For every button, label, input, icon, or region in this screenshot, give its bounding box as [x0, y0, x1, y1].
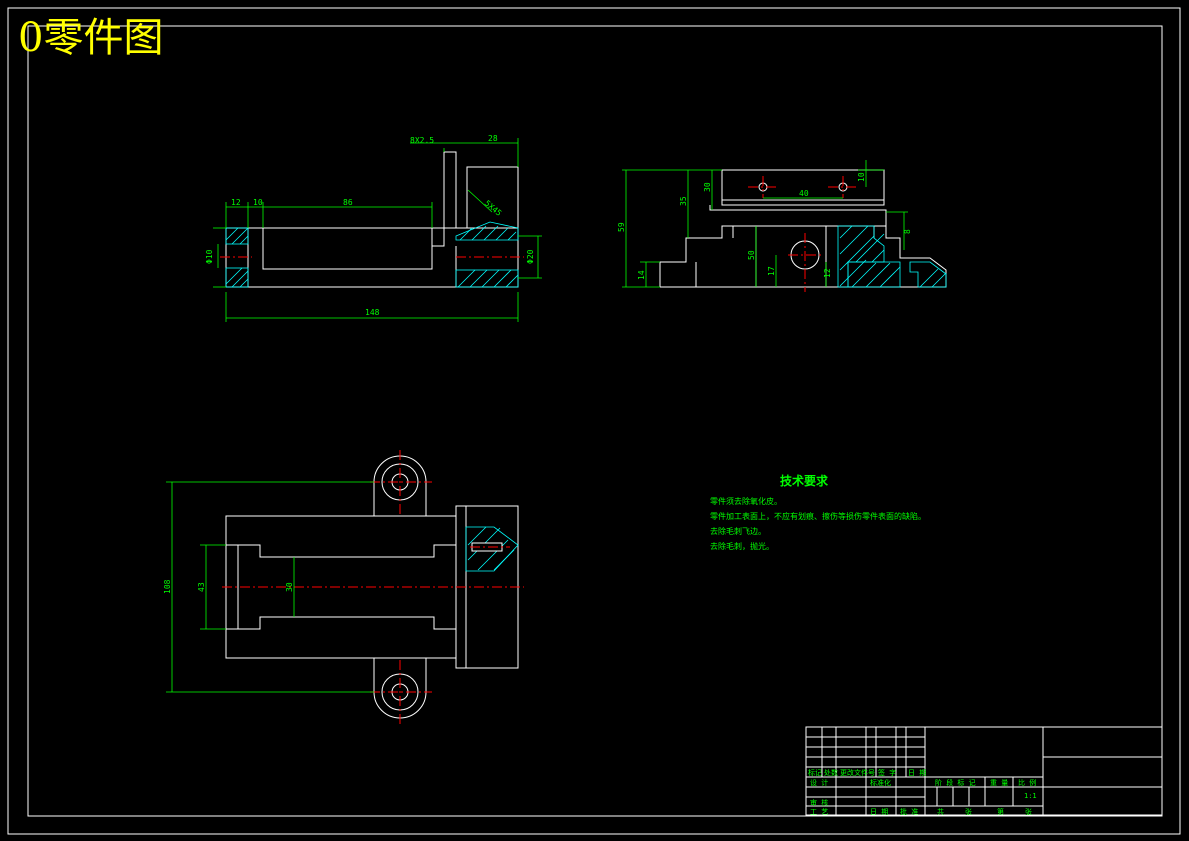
tb-ratio: 比 例: [1018, 778, 1036, 787]
front-tower: [466, 166, 519, 229]
front-slot: [262, 227, 433, 270]
tech-line-2: 零件加工表面上，不应有划痕、擦伤等损伤零件表面的缺陷。: [710, 512, 926, 521]
outer-frame: [7, 7, 1181, 835]
front-hatch-left-bot: [225, 267, 249, 288]
tech-line-3: 去除毛刺飞边。: [710, 527, 766, 536]
side-body: [659, 225, 947, 288]
tb-date: 日 期: [870, 808, 888, 816]
side-8: 8: [903, 229, 912, 234]
title-block-texts: 标记 处数 更改文件号 签 字 日 期 设 计 标准化 审 核 工 艺 日 期 …: [808, 768, 1037, 816]
dimension-texts: 8X2.5 28 12 10 86 Φ10 Φ20 148 5X45 59 35…: [163, 134, 912, 594]
dim-chamfer: 8X2.5: [410, 136, 434, 145]
dim-10: 10: [253, 198, 263, 207]
side-hatch: [837, 225, 947, 288]
top-slot: [226, 544, 456, 558]
tb-label-file: 更改文件号: [840, 768, 875, 777]
tech-line-4: 去除毛刺，抛光。: [710, 542, 774, 551]
tb-label-count: 处数: [824, 768, 838, 777]
top-43: 43: [197, 582, 206, 592]
dim-148: 148: [365, 308, 380, 317]
side-10: 10: [857, 172, 866, 182]
side-17: 17: [767, 266, 776, 276]
tb-process: 工 艺: [810, 808, 828, 816]
side-50: 50: [747, 250, 756, 260]
front-hatch: [225, 221, 519, 288]
dim-12: 12: [231, 198, 241, 207]
tech-line-1: 零件须去除氧化皮。: [710, 497, 782, 506]
inner-frame: [27, 25, 1163, 817]
dim-28: 28: [488, 134, 498, 143]
front-boss: [431, 151, 457, 247]
drawing-canvas: 8X2.5 28 12 10 86 Φ10 Φ20 148 5X45 59 35…: [7, 7, 1181, 835]
side-14: 14: [637, 270, 646, 280]
dim-86: 86: [343, 198, 353, 207]
tb-review: 审 核: [810, 798, 828, 807]
side-40: 40: [799, 189, 809, 198]
side-30: 30: [703, 182, 712, 192]
dim-phi20: Φ20: [526, 249, 535, 264]
top-centerlines: [222, 450, 524, 726]
top-30: 30: [285, 582, 294, 592]
tb-stage: 阶 段 标 记: [935, 778, 976, 787]
tb-standardize: 标准化: [870, 778, 891, 787]
tb-sheets-total-unit: 张: [965, 807, 972, 816]
tb-scale: 1:1: [1024, 792, 1037, 800]
tb-sheet-no: 第: [997, 807, 1004, 816]
side-59: 59: [617, 222, 626, 232]
tech-requirements-title: 技术要求: [780, 474, 829, 488]
tb-label-sign: 签 字: [878, 768, 896, 777]
front-dims: [213, 138, 542, 322]
tb-approve: 批 准: [900, 807, 918, 816]
top-108: 108: [163, 579, 172, 594]
front-view: [225, 151, 519, 288]
tb-weight: 重 量: [990, 779, 1008, 787]
side-12: 12: [823, 268, 832, 278]
top-slot-bot: [226, 616, 456, 630]
front-hatch-left-top: [225, 227, 249, 245]
tb-label-date: 日 期: [908, 769, 926, 777]
side-upper-step: [709, 205, 887, 226]
tb-sheet-no-unit: 张: [1025, 807, 1032, 816]
tb-label-mark: 标记: [808, 768, 822, 777]
tb-designer: 设 计: [810, 778, 828, 787]
dim-phi10: Φ10: [205, 249, 214, 264]
side-35: 35: [679, 196, 688, 206]
tb-sheets-total: 共: [937, 807, 944, 816]
drawing-title: 0零件图: [18, 15, 164, 61]
dim-5x45: 5X45: [483, 199, 504, 218]
